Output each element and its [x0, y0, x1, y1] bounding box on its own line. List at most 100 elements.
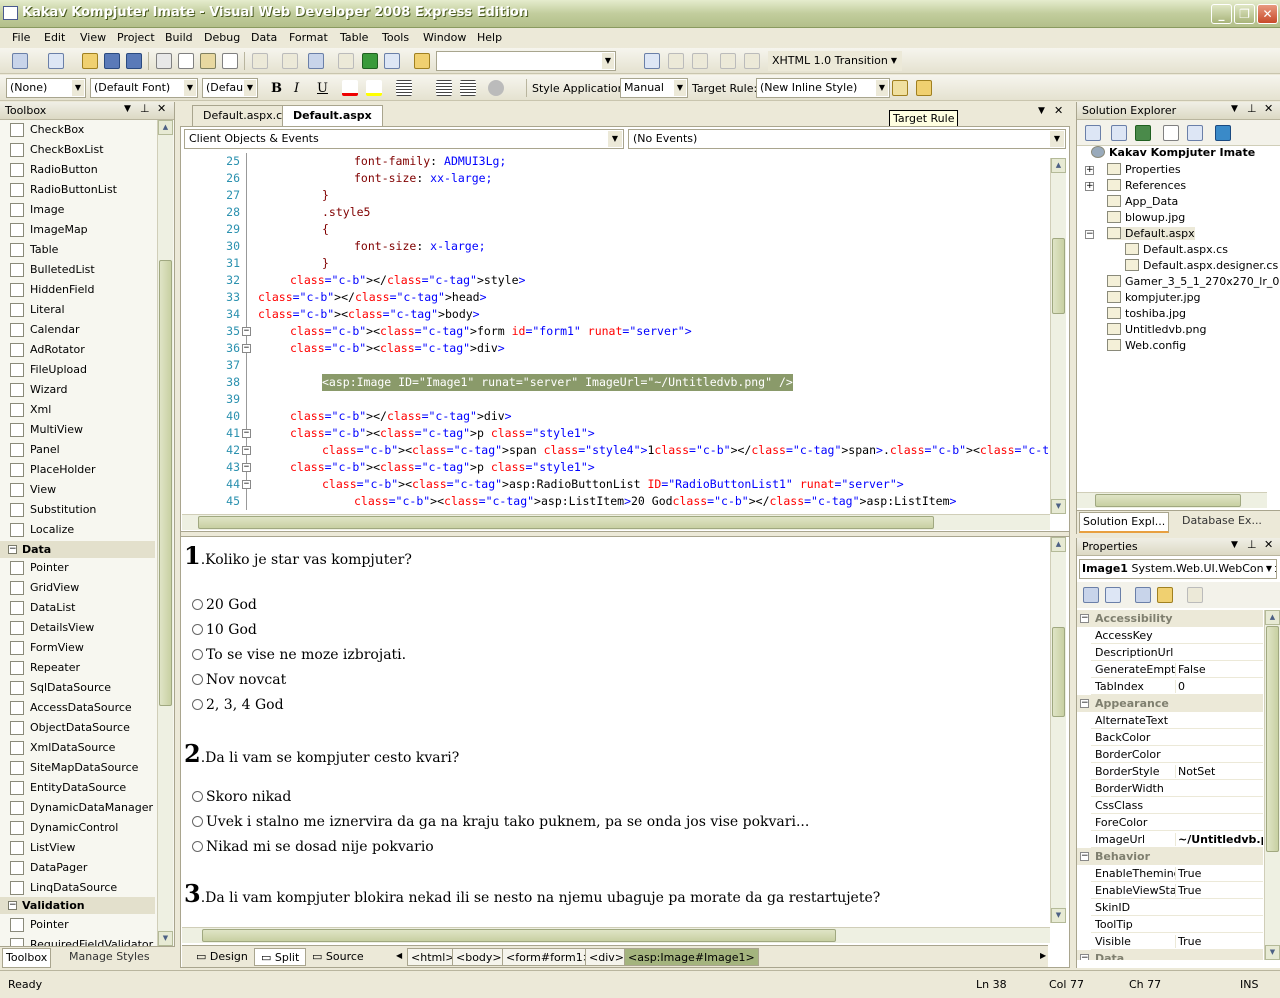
- scroll-up-icon[interactable]: ▲: [1051, 158, 1066, 173]
- property-value[interactable]: True: [1175, 884, 1263, 897]
- toolbox-item[interactable]: View: [10, 480, 160, 500]
- close-document-icon[interactable]: ✕: [1054, 104, 1063, 117]
- toolbox-data-item[interactable]: Pointer: [10, 558, 160, 578]
- radio-button[interactable]: [192, 674, 203, 685]
- align-icon[interactable]: [396, 80, 412, 96]
- dropdown-icon[interactable]: ▼: [124, 104, 131, 114]
- toolbox-scrollbar[interactable]: ▲ ▼: [157, 120, 173, 946]
- breadcrumb-body[interactable]: <body>: [452, 948, 506, 966]
- maximize-button[interactable]: ❐: [1234, 4, 1255, 24]
- menu-window[interactable]: Window: [423, 31, 466, 44]
- radio-button[interactable]: [192, 624, 203, 635]
- property-row[interactable]: ImageUrl ~/Untitledvb.p: [1091, 831, 1263, 848]
- window-list-icon[interactable]: ▼: [1038, 106, 1045, 116]
- scroll-thumb[interactable]: [1052, 238, 1065, 314]
- radio-option[interactable]: 10 God: [192, 622, 257, 638]
- solution-item[interactable]: Default.aspx.cs: [1125, 243, 1228, 256]
- close-button[interactable]: ✕: [1257, 4, 1278, 24]
- scroll-thumb[interactable]: [1266, 626, 1279, 852]
- toolbox-item[interactable]: AdRotator: [10, 340, 160, 360]
- dropdown-icon[interactable]: ▼: [1231, 540, 1238, 550]
- property-row[interactable]: EnableTheming True: [1091, 865, 1263, 882]
- toolbox-item[interactable]: Xml: [10, 400, 160, 420]
- highlight-icon[interactable]: [366, 80, 382, 96]
- scroll-thumb[interactable]: [1095, 494, 1241, 507]
- copy-icon[interactable]: [178, 53, 194, 69]
- save-icon[interactable]: [104, 53, 120, 69]
- collapse-icon[interactable]: −: [1080, 699, 1089, 708]
- solution-item[interactable]: blowup.jpg: [1107, 211, 1185, 224]
- radio-option[interactable]: Skoro nikad: [192, 789, 291, 805]
- design-view-button[interactable]: ▭ Design: [190, 948, 254, 966]
- solution-item[interactable]: Properties: [1107, 163, 1181, 176]
- radio-option[interactable]: Uvek i stalno me iznervira da ga na kraj…: [192, 814, 809, 830]
- navigate-icon[interactable]: [308, 53, 324, 69]
- toolbox-item[interactable]: CheckBoxList: [10, 140, 160, 160]
- toolbox-data-item[interactable]: DynamicDataManager: [10, 798, 160, 818]
- code-vertical-scrollbar[interactable]: ▲ ▼: [1050, 158, 1066, 514]
- client-objects-select[interactable]: Client Objects & Events ▼: [184, 129, 624, 149]
- code-line[interactable]: 31}: [182, 255, 1048, 272]
- property-row[interactable]: ForeColor: [1091, 814, 1263, 831]
- property-pages-icon[interactable]: [1187, 587, 1203, 603]
- crumb-prev-icon[interactable]: ◀: [396, 951, 402, 960]
- solution-item[interactable]: Untitledvb.png: [1107, 323, 1206, 336]
- property-value[interactable]: ~/Untitledvb.p: [1175, 833, 1263, 846]
- property-row[interactable]: SkinID: [1091, 899, 1263, 916]
- close-icon[interactable]: ✕: [1264, 538, 1273, 551]
- toolbox-data-item[interactable]: AccessDataSource: [10, 698, 160, 718]
- style-application-select[interactable]: Manual ▼: [620, 78, 688, 98]
- code-line[interactable]: 27}: [182, 187, 1048, 204]
- font-name-select[interactable]: (Default Font) ▼: [90, 78, 198, 98]
- radio-option[interactable]: 2, 3, 4 God: [192, 697, 284, 713]
- toolbox-item[interactable]: BulletedList: [10, 260, 160, 280]
- collapse-icon[interactable]: −: [1080, 614, 1089, 623]
- code-line[interactable]: 25 font-family: ADMUI3Lg;: [182, 153, 1048, 170]
- toolbox-category-validation[interactable]: − Validation: [0, 897, 155, 914]
- add-project-icon[interactable]: [12, 53, 28, 69]
- scroll-thumb[interactable]: [198, 516, 934, 529]
- toolbox-category-data[interactable]: − Data: [0, 541, 155, 558]
- alphabetical-icon[interactable]: [1105, 587, 1121, 603]
- menu-table[interactable]: Table: [340, 31, 368, 44]
- underline-button[interactable]: U: [317, 81, 328, 96]
- toolbox-data-item[interactable]: SiteMapDataSource: [10, 758, 160, 778]
- outline-collapse-icon[interactable]: −: [242, 327, 251, 336]
- menu-project[interactable]: Project: [117, 31, 155, 44]
- solution-item[interactable]: References: [1107, 179, 1186, 192]
- radio-option[interactable]: Nikad mi se dosad nije pokvario: [192, 839, 434, 855]
- radio-button[interactable]: [192, 841, 203, 852]
- solution-item[interactable]: Web.config: [1107, 339, 1186, 352]
- toolbox-item[interactable]: HiddenField: [10, 280, 160, 300]
- toolbox-item[interactable]: RadioButtonList: [10, 180, 160, 200]
- outline-collapse-icon[interactable]: −: [242, 344, 251, 353]
- outline-collapse-icon[interactable]: −: [242, 463, 251, 472]
- code-line[interactable]: 33 class="c-b"></class="c-tag">head>: [182, 289, 1048, 306]
- view-in-browser-icon[interactable]: [384, 53, 400, 69]
- menu-data[interactable]: Data: [251, 31, 277, 44]
- add-item-icon[interactable]: [48, 53, 64, 69]
- start-debugging-icon[interactable]: [362, 53, 378, 69]
- menu-file[interactable]: File: [12, 31, 30, 44]
- menu-edit[interactable]: Edit: [44, 31, 65, 44]
- tab-default-aspx[interactable]: Default.aspx: [282, 105, 383, 126]
- solution-item[interactable]: Gamer_3_5_1_270x270_lr_030: [1107, 275, 1280, 288]
- radio-option[interactable]: Nov novcat: [192, 672, 286, 688]
- toolbox-item[interactable]: RadioButton: [10, 160, 160, 180]
- radio-button[interactable]: [192, 649, 203, 660]
- pin-icon[interactable]: ⊥: [140, 102, 150, 115]
- events-select[interactable]: (No Events) ▼: [628, 129, 1066, 149]
- view-code-icon[interactable]: [1163, 125, 1179, 141]
- properties-icon[interactable]: [1085, 125, 1101, 141]
- scroll-thumb[interactable]: [202, 929, 836, 942]
- code-line[interactable]: 26 font-size: xx-large;: [182, 170, 1048, 187]
- toolbox-data-item[interactable]: ObjectDataSource: [10, 718, 160, 738]
- toolbox-item[interactable]: Literal: [10, 300, 160, 320]
- html-formatting-icon[interactable]: [644, 53, 660, 69]
- view-designer-icon[interactable]: [1187, 125, 1203, 141]
- radio-button[interactable]: [192, 791, 203, 802]
- comment-icon[interactable]: [720, 53, 736, 69]
- cut-icon[interactable]: [156, 53, 172, 69]
- italic-button[interactable]: I: [294, 81, 299, 96]
- delete-icon[interactable]: [222, 53, 238, 69]
